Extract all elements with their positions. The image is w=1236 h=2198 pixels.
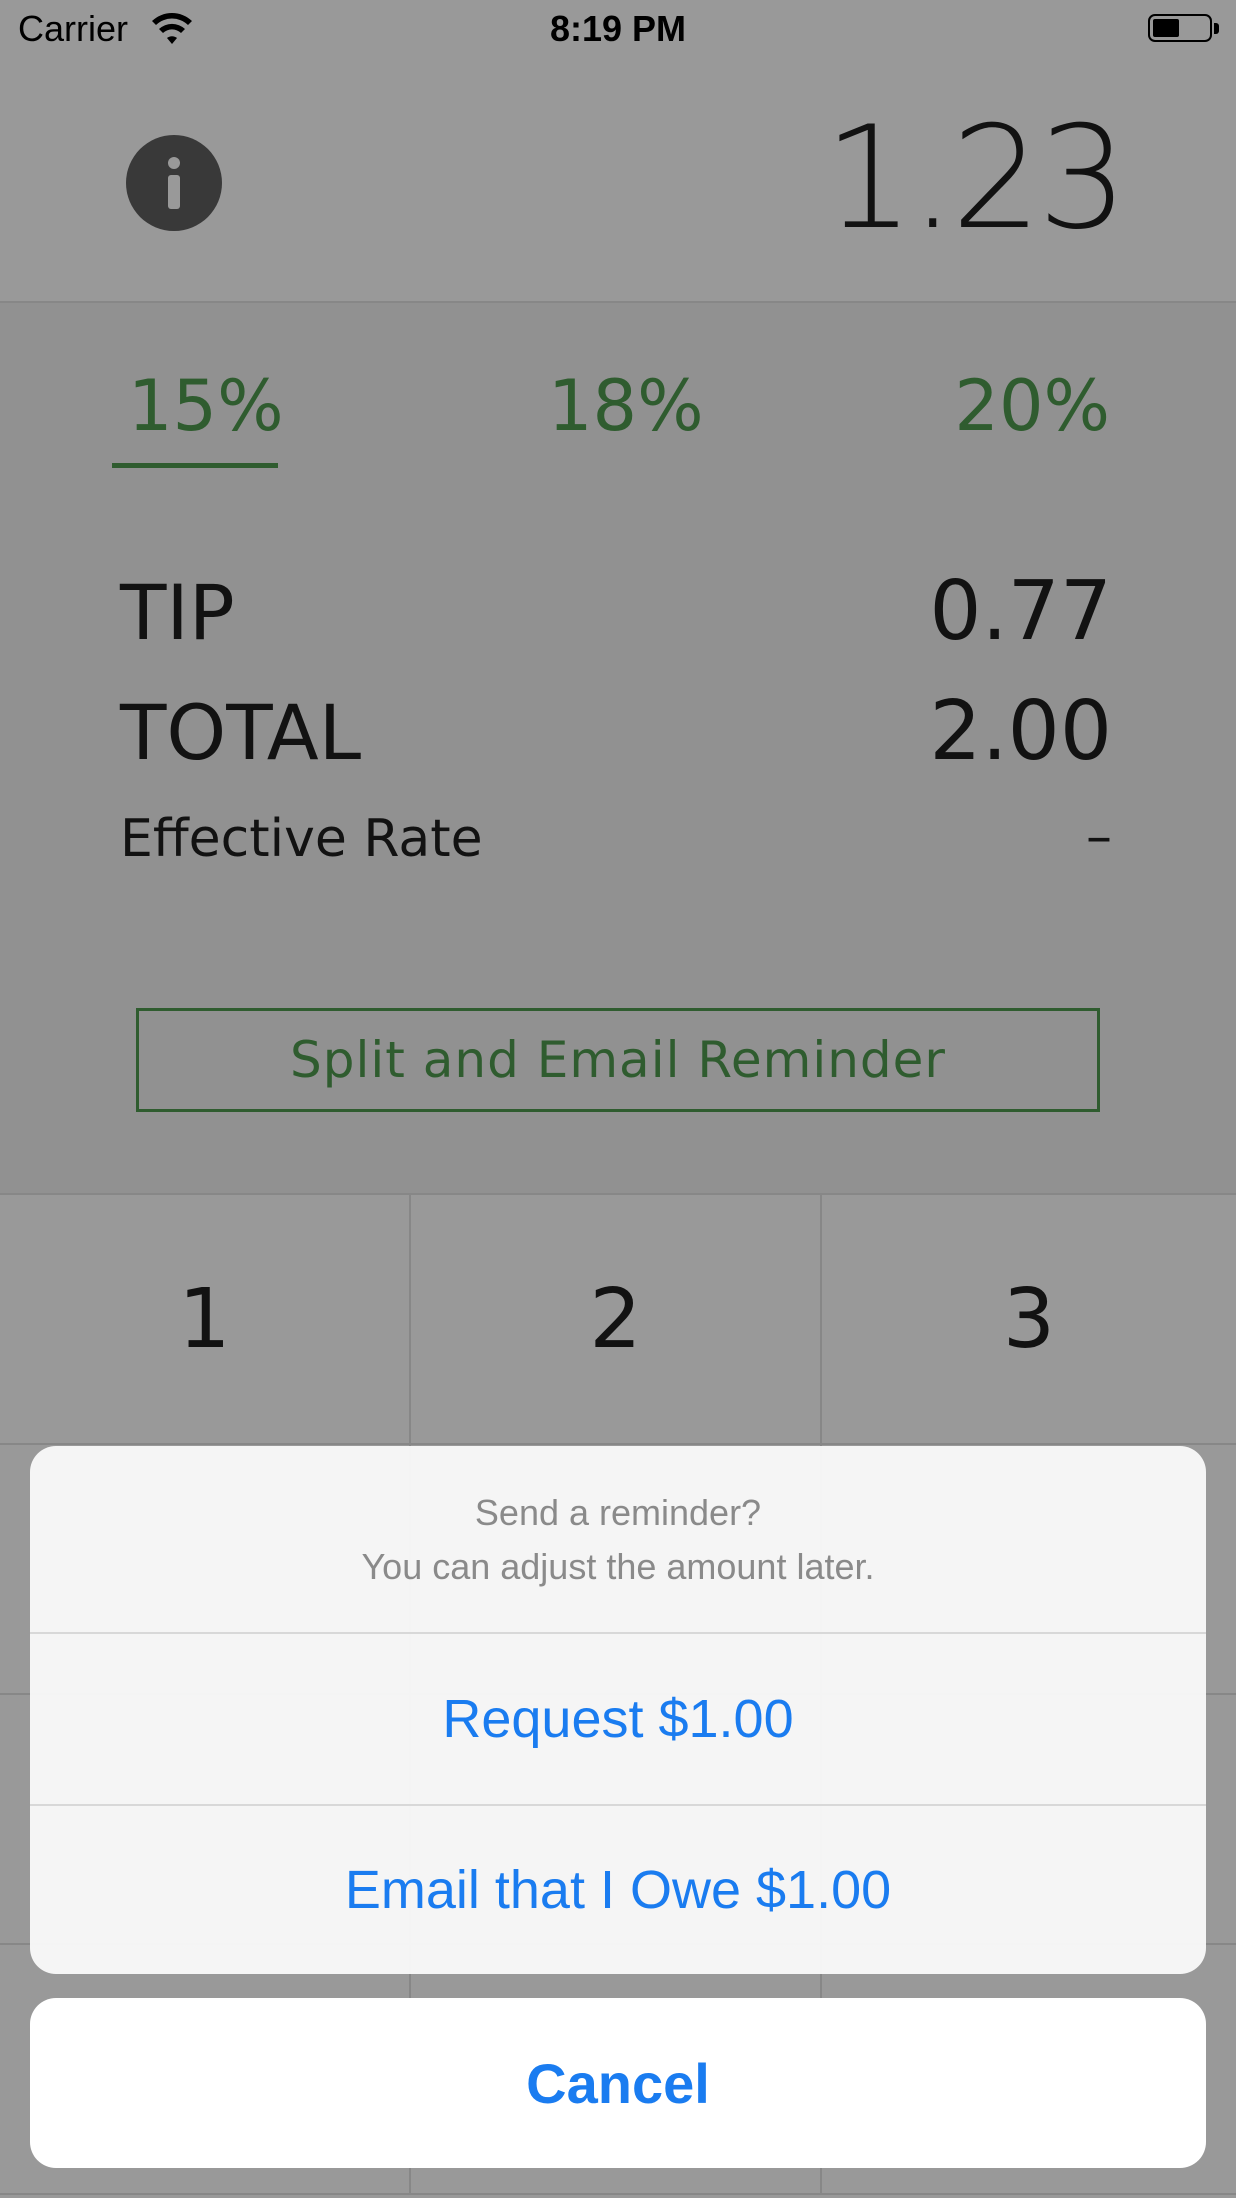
app-screen: Carrier 8:19 PM 1.23 15% 18% 20% TIP 0.7… xyxy=(0,0,1236,2198)
action-sheet-title: Send a reminder? xyxy=(474,1492,762,1533)
action-sheet-message: You can adjust the amount later. xyxy=(361,1546,875,1587)
request-amount-button[interactable]: Request $1.00 xyxy=(30,1634,1206,1806)
action-sheet-header: Send a reminder? You can adjust the amou… xyxy=(30,1446,1206,1634)
action-sheet: Send a reminder? You can adjust the amou… xyxy=(30,1446,1206,1974)
cancel-button[interactable]: Cancel xyxy=(30,1998,1206,2168)
email-owe-button[interactable]: Email that I Owe $1.00 xyxy=(30,1806,1206,1974)
